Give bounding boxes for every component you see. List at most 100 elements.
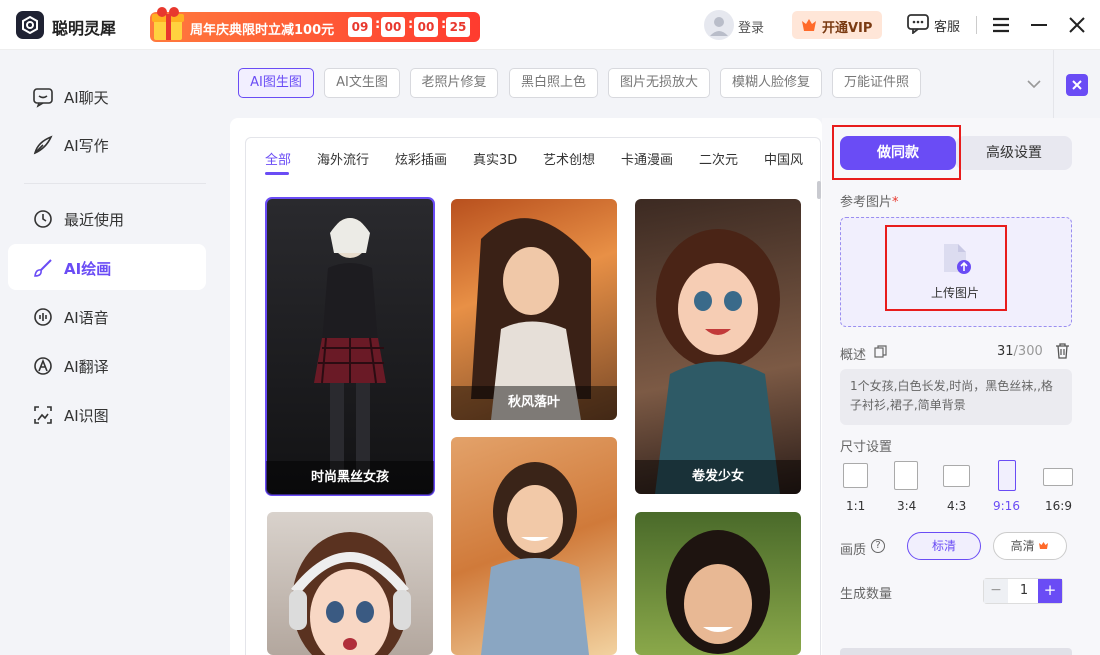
chat-icon — [33, 88, 53, 108]
char-count-current: 31 — [997, 344, 1014, 359]
tab-id-photo[interactable]: 万能证件照 — [832, 68, 921, 98]
template-card[interactable]: 时尚黑丝女孩 — [265, 197, 435, 496]
tab-image-to-image[interactable]: AI图生图 — [238, 68, 314, 98]
divider — [1053, 50, 1054, 118]
close-icon — [1072, 80, 1082, 90]
category-tab-all[interactable]: 全部 — [265, 149, 291, 168]
sidebar-item-ai-image-recognition[interactable]: AI识图 — [8, 391, 206, 437]
sidebar-item-ai-writing[interactable]: AI写作 — [8, 121, 206, 167]
gallery-scrollbar[interactable] — [817, 181, 821, 199]
template-card[interactable]: 秋风落叶 — [451, 199, 617, 420]
quantity-value[interactable]: 1 — [1008, 579, 1040, 603]
countdown-hours: 09 — [348, 17, 372, 37]
increment-button[interactable]: + — [1038, 579, 1062, 603]
sidebar-item-ai-translate[interactable]: AI翻译 — [8, 342, 206, 388]
vip-icon — [802, 19, 816, 31]
char-count: 31/300 — [997, 344, 1043, 359]
tab-face-repair[interactable]: 模糊人脸修复 — [720, 68, 822, 98]
size-label-4-3: 4:3 — [947, 499, 967, 513]
close-icon[interactable] — [1068, 16, 1086, 34]
avatar[interactable] — [704, 10, 734, 40]
countdown-sep: : — [375, 17, 381, 32]
sidebar-item-label: AI语音 — [64, 309, 109, 327]
help-icon[interactable]: ? — [871, 539, 885, 553]
description-label: 概述 — [840, 348, 867, 363]
template-card[interactable] — [267, 512, 433, 655]
sidebar-item-label: AI聊天 — [64, 89, 109, 107]
category-tab-anime[interactable]: 二次元 — [699, 149, 738, 168]
char-count-max: /300 — [1013, 344, 1043, 359]
sidebar-item-ai-chat[interactable]: AI聊天 — [8, 73, 206, 119]
gift-icon — [152, 7, 184, 40]
size-option-16-9[interactable] — [1043, 468, 1073, 486]
active-tab-indicator — [265, 172, 289, 175]
card-caption: 秋风落叶 — [451, 386, 617, 420]
chevron-down-icon[interactable] — [1026, 78, 1042, 90]
card-image — [666, 530, 770, 654]
tab-text-to-image[interactable]: AI文生图 — [324, 68, 400, 98]
category-tab-chinese[interactable]: 中国风 — [764, 149, 803, 168]
quality-label: 画质 — [840, 543, 867, 558]
template-card[interactable] — [451, 437, 617, 655]
copy-icon[interactable] — [874, 345, 887, 358]
advanced-settings-button[interactable]: 高级设置 — [956, 136, 1072, 170]
highlight-box — [832, 125, 961, 180]
app-name: 聪明灵犀 — [52, 19, 117, 38]
size-label-9-16: 9:16 — [993, 499, 1020, 513]
size-label-16-9: 16:9 — [1045, 499, 1072, 513]
history-icon — [34, 210, 52, 228]
vip-label: 开通VIP — [822, 21, 873, 36]
size-option-1-1[interactable] — [843, 463, 868, 488]
category-tab-art[interactable]: 艺术创想 — [543, 149, 595, 168]
sidebar-item-label: 最近使用 — [64, 211, 125, 229]
sidebar-item-ai-voice[interactable]: AI语音 — [8, 293, 206, 339]
brush-icon — [34, 259, 52, 277]
service-link[interactable]: 客服 — [934, 16, 960, 35]
category-tab-3d[interactable]: 真实3D — [473, 149, 517, 168]
quantity-stepper: − 1 + — [983, 578, 1063, 604]
collapse-panel-button[interactable] — [1066, 74, 1088, 96]
sidebar-item-label: AI写作 — [64, 137, 109, 155]
template-card[interactable] — [635, 512, 801, 655]
generate-button[interactable] — [840, 648, 1072, 655]
voice-icon — [34, 308, 52, 326]
promo-banner[interactable]: 周年庆典限时立减100元 09 : 00 : 00 : 25 — [150, 7, 480, 42]
sidebar-item-recent[interactable]: 最近使用 — [8, 195, 206, 241]
size-label-3-4: 3:4 — [897, 499, 917, 513]
card-image — [289, 532, 411, 655]
quality-hd-button[interactable]: 高清 — [993, 532, 1067, 560]
size-option-4-3[interactable] — [943, 465, 970, 487]
service-icon[interactable] — [907, 14, 929, 34]
prompt-textarea[interactable]: 1个女孩,白色长发,时尚，黑色丝袜,,格子衬衫,裙子,简单背景 — [840, 369, 1072, 425]
decrement-button[interactable]: − — [984, 579, 1008, 603]
category-tab-cartoon[interactable]: 卡通漫画 — [621, 149, 673, 168]
size-option-3-4[interactable] — [894, 461, 918, 490]
card-image — [655, 229, 780, 494]
countdown-minutes: 00 — [381, 17, 405, 37]
reference-image-text: 参考图片 — [840, 195, 893, 210]
trash-icon[interactable] — [1055, 343, 1070, 359]
translate-icon — [34, 357, 52, 375]
required-mark: * — [892, 195, 899, 210]
minimize-icon[interactable] — [1030, 16, 1048, 34]
menu-icon[interactable] — [992, 16, 1010, 34]
tab-old-photo-repair[interactable]: 老照片修复 — [410, 68, 498, 98]
sidebar-item-label: AI翻译 — [64, 358, 109, 376]
tab-upscale[interactable]: 图片无损放大 — [608, 68, 710, 98]
promo-text: 周年庆典限时立减100元 — [190, 23, 335, 38]
sidebar-item-label: AI识图 — [64, 407, 109, 425]
quality-standard-button[interactable]: 标清 — [907, 532, 981, 560]
card-image — [314, 218, 386, 473]
size-label: 尺寸设置 — [840, 440, 893, 455]
quality-hd-label: 高清 — [1010, 539, 1035, 553]
template-card[interactable]: 卷发少女 — [635, 199, 801, 494]
category-tab-illustration[interactable]: 炫彩插画 — [395, 149, 447, 168]
vip-button[interactable]: 开通VIP — [792, 11, 882, 39]
quantity-label: 生成数量 — [840, 587, 893, 602]
tab-colorize[interactable]: 黑白照上色 — [509, 68, 598, 98]
size-option-9-16[interactable] — [998, 460, 1016, 491]
card-image — [481, 462, 589, 655]
sidebar-item-ai-painting[interactable]: AI绘画 — [8, 244, 206, 290]
category-tab-overseas[interactable]: 海外流行 — [317, 149, 369, 168]
login-link[interactable]: 登录 — [738, 17, 764, 36]
